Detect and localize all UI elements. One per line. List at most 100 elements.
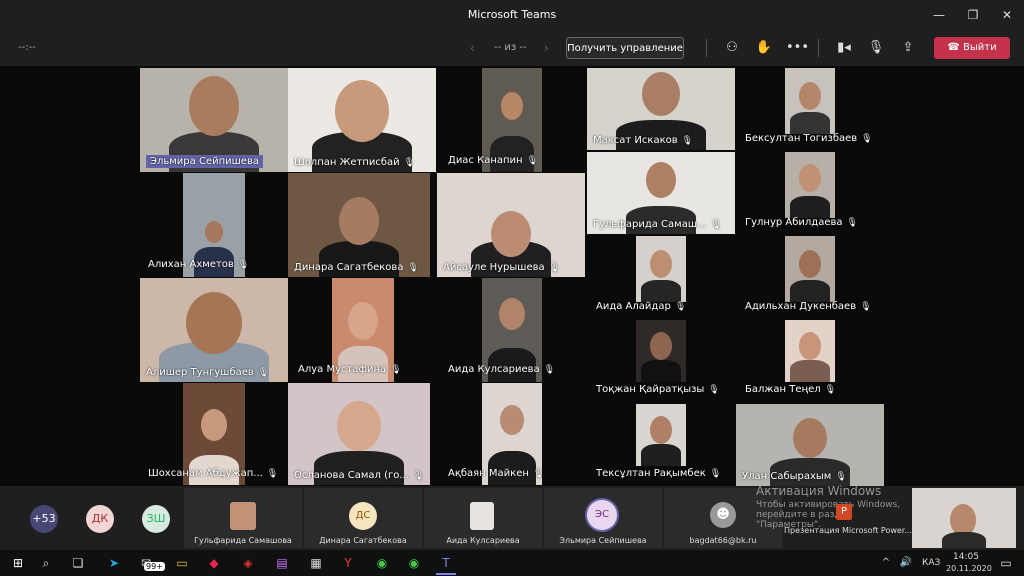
- divider: [706, 39, 707, 57]
- avatar: [230, 502, 256, 530]
- video-tile[interactable]: Гульфарида Самаш... 🎙: [587, 152, 735, 234]
- mic-muted-icon: 🎙: [710, 220, 722, 230]
- tray-participant-tile[interactable]: Аида Кулсариева: [424, 488, 542, 548]
- video-tile[interactable]: [636, 236, 686, 302]
- chrome-icon[interactable]: ◉: [404, 553, 424, 573]
- video-tile[interactable]: Осланова Самал (го... 🎙: [288, 383, 430, 485]
- app-icon[interactable]: ◆: [204, 553, 224, 573]
- tray-participant-tile[interactable]: ЭС Эльмира Сейпишева: [544, 488, 662, 548]
- mic-muted-icon[interactable]: 🎙: [866, 38, 886, 58]
- mic-muted-icon: 🎙: [532, 469, 545, 479]
- maximize-icon[interactable]: ❐: [956, 0, 990, 30]
- raise-hand-icon[interactable]: ✋: [754, 38, 774, 58]
- tray-arrow-icon[interactable]: ^: [876, 553, 896, 573]
- mic-muted-icon: 🎙: [708, 385, 720, 395]
- avatar[interactable]: ЗШ: [142, 505, 170, 533]
- clock-date[interactable]: 20.11.2020: [946, 564, 992, 573]
- mic-muted-icon: 🎙: [412, 471, 425, 481]
- chrome-icon[interactable]: ◉: [372, 553, 392, 573]
- tray-participant-name: bagdat66@bk.ru: [689, 536, 757, 545]
- mic-muted-icon: 🎙: [257, 368, 270, 378]
- language-indicator[interactable]: КАЗ: [922, 558, 940, 568]
- video-tile[interactable]: [785, 152, 835, 218]
- mic-muted-icon: 🎙: [543, 365, 556, 375]
- minimize-icon[interactable]: —: [922, 0, 956, 30]
- participant-name: Алишер Тунгушбаев 🎙: [146, 367, 270, 378]
- teams-icon[interactable]: T: [436, 553, 456, 575]
- more-options-icon[interactable]: •••: [786, 38, 809, 58]
- avatar: ДС: [349, 502, 377, 530]
- share-icon[interactable]: ⇪: [898, 38, 918, 58]
- volume-icon[interactable]: 🔊: [896, 553, 916, 573]
- task-view-icon[interactable]: ❏: [68, 553, 88, 573]
- more-participants-badge[interactable]: +53: [30, 505, 58, 533]
- presentation-item[interactable]: P Презентация Microsoft Power...: [784, 500, 912, 548]
- mic-muted-icon: 🎙: [824, 385, 837, 395]
- participant-name: Шолпан Жетписбай 🎙: [294, 157, 416, 168]
- camera-icon[interactable]: ▮◂: [834, 38, 854, 58]
- mic-muted-icon: 🎙: [390, 365, 402, 375]
- search-icon[interactable]: ⌕: [36, 553, 56, 573]
- avatar: [470, 502, 494, 530]
- video-tile[interactable]: [636, 320, 686, 382]
- video-tile[interactable]: Максат Искаков 🎙: [587, 68, 735, 150]
- meeting-toolbar: --:-- ‹ -- из -- › Получить управление ⚇…: [0, 30, 1024, 66]
- tray-participant-tile[interactable]: Гульфарида Самашова: [184, 488, 302, 548]
- phone-icon: ☎: [947, 42, 964, 53]
- video-tile[interactable]: [785, 68, 835, 134]
- tray-participant-tile[interactable]: ДС Динара Сагатбекова: [304, 488, 422, 548]
- app-title: Microsoft Teams: [467, 8, 557, 21]
- app-icon[interactable]: ▦: [306, 553, 326, 573]
- participant-name: Эльмира Сейпишева: [146, 155, 263, 168]
- mic-muted-icon: 🎙: [709, 469, 722, 479]
- leave-label: Выйти: [963, 42, 997, 53]
- tray-participant-name: Аида Кулсариева: [446, 536, 520, 545]
- file-explorer-icon[interactable]: ▭: [172, 553, 192, 573]
- take-control-button[interactable]: Получить управление: [566, 37, 684, 59]
- video-tile[interactable]: [785, 236, 835, 302]
- presentation-label: Презентация Microsoft Power...: [784, 526, 913, 535]
- video-tile[interactable]: Айсауле Нурышева 🎙: [437, 173, 585, 277]
- app-icon[interactable]: ◈: [238, 553, 258, 573]
- video-tile[interactable]: [636, 404, 686, 466]
- mic-muted-icon: 🎙: [407, 263, 419, 273]
- avatar[interactable]: ДК: [86, 505, 114, 533]
- yandex-browser-icon[interactable]: Y: [338, 553, 358, 573]
- clock-time[interactable]: 14:05: [946, 552, 986, 562]
- windows-taskbar: ⊞ ⌕ ❏ ➤ ✉ 99+ ▭ ◆ ◈ ▤ ▦ Y ◉ ◉ T ^ 🔊 КАЗ …: [0, 550, 1024, 576]
- participant-name: Гульфарида Самаш... 🎙: [593, 219, 722, 230]
- windows-start-icon[interactable]: ⊞: [8, 553, 28, 573]
- mic-muted-icon: 🎙: [846, 218, 858, 228]
- mic-muted-icon: 🎙: [674, 302, 687, 312]
- participant-name: Айсауле Нурышева 🎙: [443, 262, 561, 273]
- participant-name: Улан Сабырахым 🎙: [742, 471, 847, 482]
- mic-muted-icon: 🎙: [266, 469, 279, 479]
- video-tile[interactable]: Алишер Тунгушбаев 🎙: [140, 278, 288, 382]
- telegram-icon[interactable]: ➤: [104, 553, 124, 573]
- self-video-preview[interactable]: [912, 488, 1016, 548]
- divider: [818, 39, 819, 57]
- mic-muted-icon: 🎙: [835, 472, 847, 482]
- close-icon[interactable]: ✕: [990, 0, 1024, 30]
- mic-muted-icon: 🎙: [860, 302, 872, 312]
- leave-button[interactable]: ☎ Выйти: [934, 37, 1010, 59]
- video-tile[interactable]: Шолпан Жетписбай 🎙: [288, 68, 436, 172]
- video-tile[interactable]: [785, 320, 835, 382]
- tray-participant-name: Гульфарида Самашова: [194, 536, 292, 545]
- next-page-icon[interactable]: ›: [544, 41, 549, 55]
- tray-participant-name: Эльмира Сейпишева: [559, 536, 647, 545]
- person-icon: ☻: [710, 502, 736, 528]
- video-tile[interactable]: Эльмира Сейпишева: [140, 68, 288, 172]
- title-bar: Microsoft Teams — ❐ ✕: [0, 0, 1024, 30]
- participant-name: Максат Искаков 🎙: [593, 135, 694, 146]
- mic-muted-icon: 🎙: [237, 260, 250, 270]
- participants-icon[interactable]: ⚇: [722, 38, 742, 58]
- mic-muted-icon: 🎙: [681, 136, 694, 146]
- app-icon[interactable]: ▤: [272, 553, 292, 573]
- notifications-icon[interactable]: ▭: [996, 553, 1016, 573]
- prev-page-icon[interactable]: ‹: [470, 41, 475, 55]
- mic-muted-icon: 🎙: [861, 134, 873, 144]
- video-tile[interactable]: Улан Сабырахым 🎙: [736, 404, 884, 486]
- video-tile[interactable]: Динара Сагатбекова 🎙: [288, 173, 430, 277]
- mic-muted-icon: 🎙: [526, 156, 539, 166]
